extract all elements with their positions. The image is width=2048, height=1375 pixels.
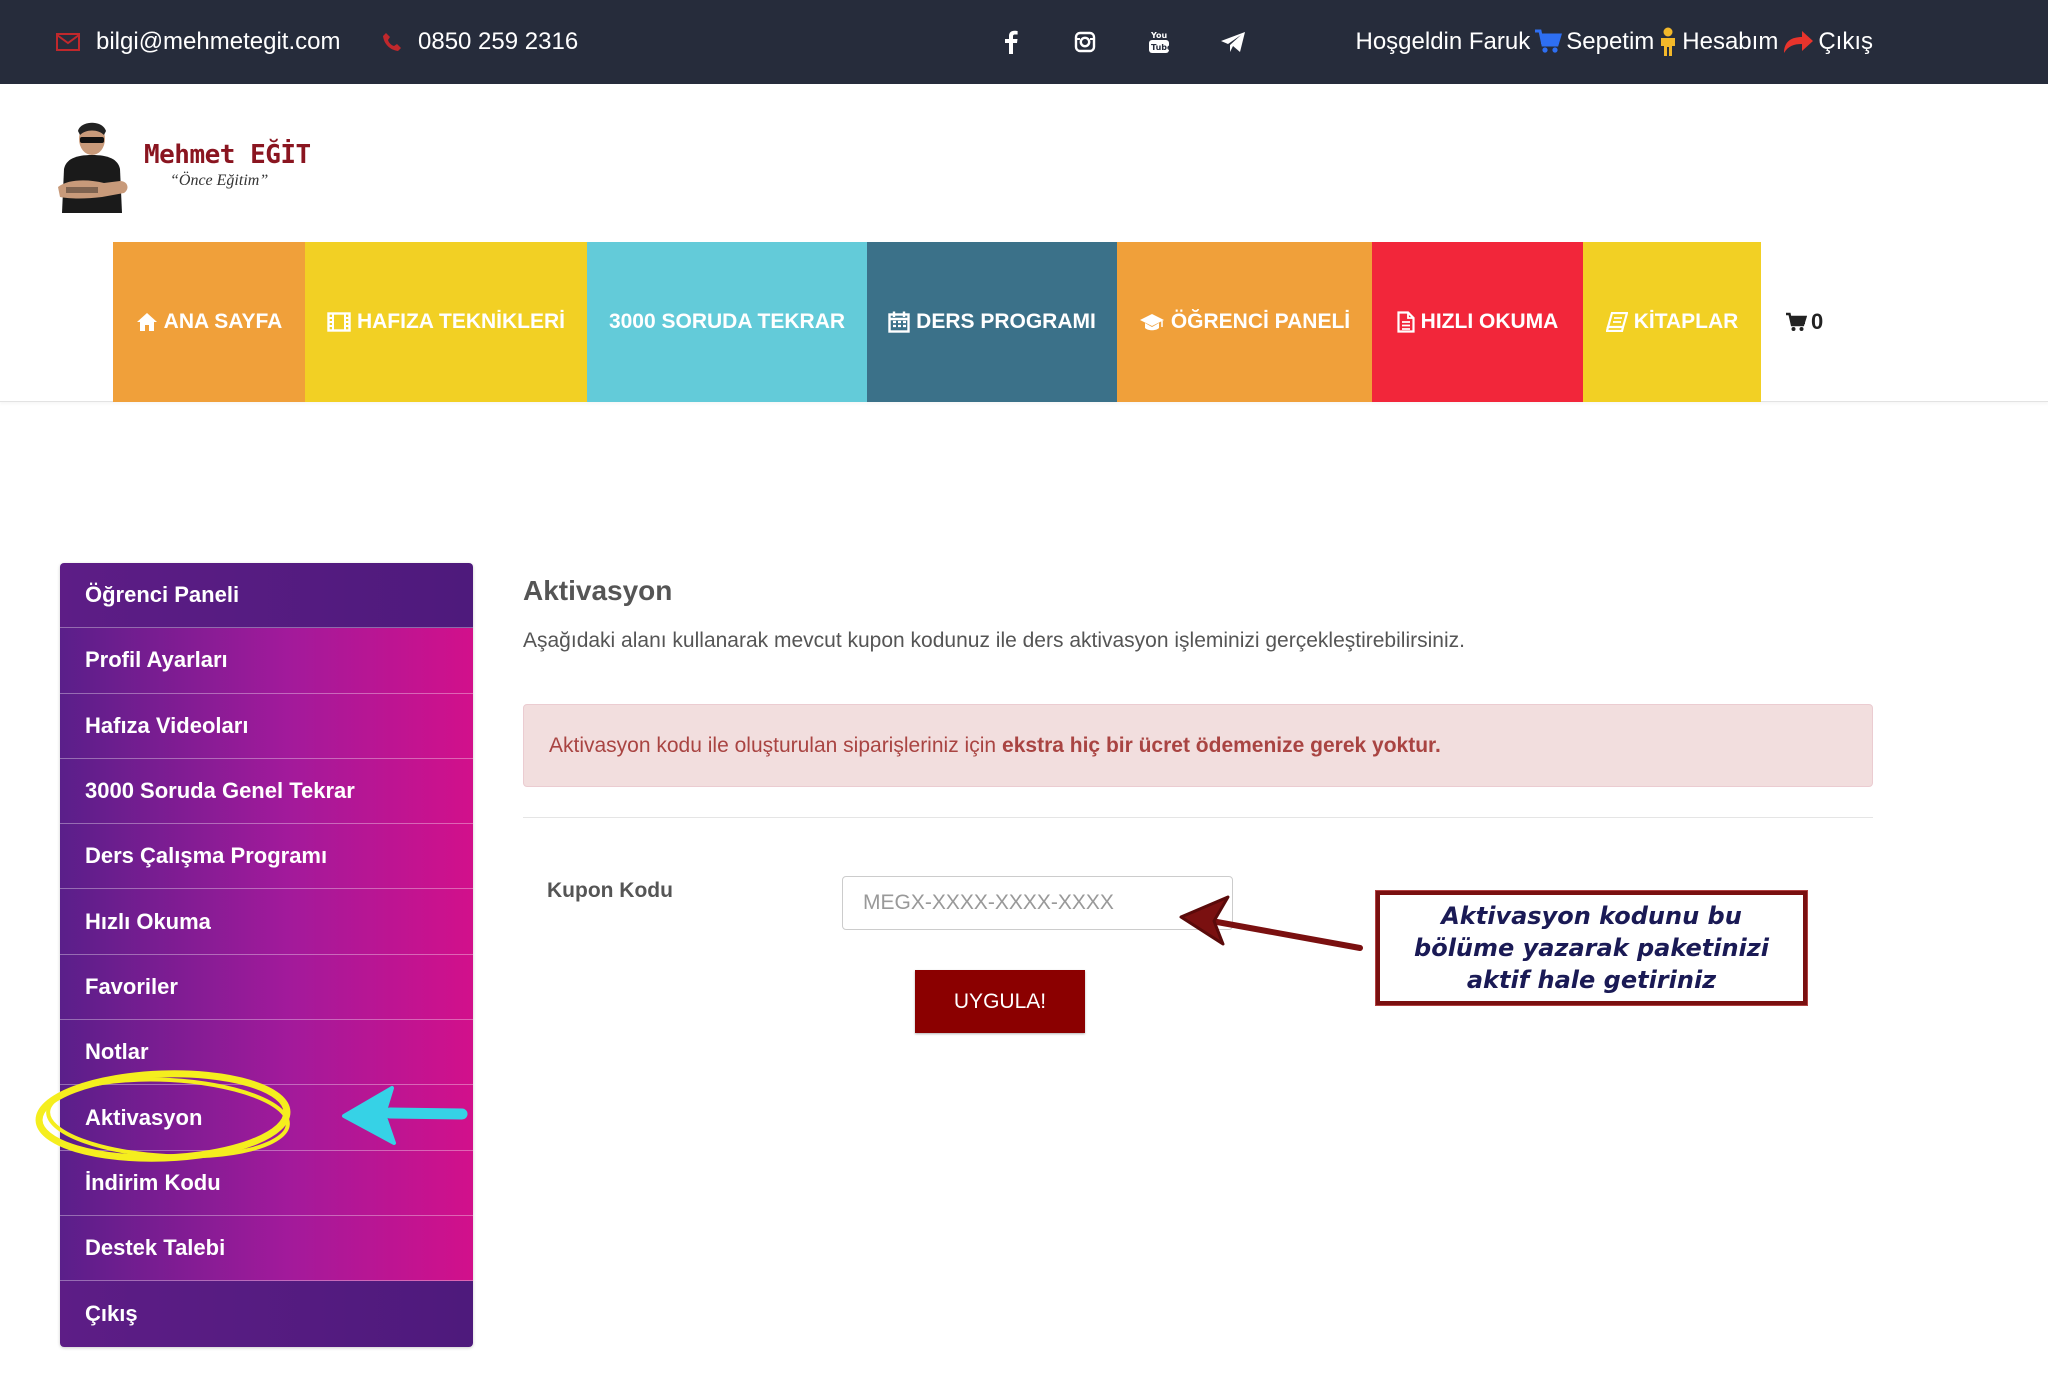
sidebar-item-favorites[interactable]: Favoriler <box>60 954 473 1021</box>
envelope-icon <box>56 33 80 51</box>
sidebar-item-label: Favoriler <box>85 973 178 999</box>
nav-label: DERS PROGRAMI <box>916 310 1096 333</box>
nav-label: ÖĞRENCİ PANELİ <box>1170 310 1351 333</box>
sidebar-item-label: Profil Ayarları <box>85 647 228 673</box>
facebook-icon[interactable] <box>974 30 1048 54</box>
cart-label: Sepetim <box>1566 28 1655 55</box>
coupon-code-input[interactable] <box>842 876 1233 930</box>
nav-item-home[interactable]: ANA SAYFA <box>113 242 305 402</box>
alert-text: Aktivasyon kodu ile oluşturulan siparişl… <box>549 733 997 757</box>
sidebar-item-label: Hafıza Videoları <box>85 712 249 738</box>
brand-tagline: “Önce Eğitim” <box>170 172 269 189</box>
logo-portrait <box>58 122 128 213</box>
sidebar-item-label: İndirim Kodu <box>85 1169 221 1195</box>
svg-text:You: You <box>1150 31 1168 40</box>
sidebar-item-label: Öğrenci Paneli <box>85 582 240 608</box>
brand-name: Mehmet EĞİT <box>144 140 311 170</box>
top-bar: bilgi@mehmetegit.com 0850 259 2316 You Tu… <box>0 0 2048 84</box>
calendar-icon <box>888 311 910 333</box>
nav-cart[interactable]: 0 <box>1761 242 1823 402</box>
sidebar-item-label: Ders Çalışma Programı <box>85 843 328 869</box>
telegram-icon[interactable] <box>1196 31 1270 53</box>
redo-arrow-icon <box>1784 31 1814 53</box>
social-links: You Tube <box>974 0 1270 84</box>
sidebar-item-notes[interactable]: Notlar <box>60 1020 473 1086</box>
youtube-icon[interactable]: You Tube <box>1122 29 1196 55</box>
main-nav: ANA SAYFA HAFIZA TEKNİKLERİ 3000 SORUDA … <box>113 242 1823 402</box>
contact-phone[interactable]: 0850 259 2316 <box>382 0 578 84</box>
nav-item-3000-questions[interactable]: 3000 SORUDA TEKRAR <box>587 242 867 402</box>
page-description: Aşağıdaki alanı kullanarak mevcut kupon … <box>523 629 1465 652</box>
divider <box>523 817 1873 818</box>
sidebar-item-label: Aktivasyon <box>85 1104 203 1130</box>
info-alert: Aktivasyon kodu ile oluşturulan siparişl… <box>523 704 1873 787</box>
cart-icon <box>1786 312 1807 331</box>
logout-label: Çıkış <box>1818 28 1873 55</box>
nav-label: ANA SAYFA <box>163 310 283 333</box>
nav-item-speed-reading[interactable]: HIZLI OKUMA <box>1372 242 1583 402</box>
film-icon <box>327 312 351 332</box>
sidebar-item-label: Notlar <box>85 1039 149 1065</box>
sidebar-item-memory-videos[interactable]: Hafıza Videoları <box>60 693 473 759</box>
nav-label: KİTAPLAR <box>1633 310 1739 333</box>
file-icon <box>1397 311 1415 333</box>
sidebar-item-general-review[interactable]: 3000 Soruda Genel Tekrar <box>60 758 473 825</box>
user-area: Hoşgeldin Faruk Sepetim Hesabım Çıkış <box>1351 0 1873 84</box>
coupon-label: Kupon Kodu <box>547 879 673 902</box>
cart-count: 0 <box>1811 309 1824 334</box>
nav-label: HAFIZA TEKNİKLERİ <box>356 310 566 333</box>
user-icon <box>1661 27 1676 56</box>
welcome-text: Hoşgeldin Faruk <box>1355 28 1531 55</box>
sidebar-item-label: Çıkış <box>85 1300 138 1326</box>
account-label: Hesabım <box>1682 28 1779 55</box>
page-title: Aktivasyon <box>523 575 673 606</box>
cart-icon <box>1535 29 1563 53</box>
alert-bold-text: ekstra hiç bir ücret ödemenize gerek yok… <box>1002 733 1441 757</box>
phone-icon <box>382 32 402 52</box>
nav-item-student-panel[interactable]: ÖĞRENCİ PANELİ <box>1117 242 1372 402</box>
sidebar-item-student-panel[interactable]: Öğrenci Paneli <box>60 563 473 629</box>
annotation-note-text: Aktivasyon kodunu bu bölüme yazarak pake… <box>1414 902 1769 994</box>
brand: Mehmet EĞİT “Önce Eğitim” <box>144 140 311 190</box>
phone-text: 0850 259 2316 <box>418 28 579 55</box>
nav-label: 3000 SORUDA TEKRAR <box>608 310 846 333</box>
annotation-note: Aktivasyon kodunu bu bölüme yazarak pake… <box>1376 891 1807 1005</box>
sidebar-item-label: 3000 Soruda Genel Tekrar <box>85 778 355 804</box>
instagram-icon[interactable] <box>1048 31 1122 53</box>
apply-button[interactable]: UYGULA! <box>915 970 1085 1033</box>
sidebar-item-label: Hızlı Okuma <box>85 908 211 934</box>
logo[interactable]: Mehmet EĞİT “Önce Eğitim” <box>58 116 318 214</box>
sidebar-menu: Öğrenci Paneli Profil Ayarları Hafıza Vi… <box>60 563 473 1347</box>
sidebar-item-profile-settings[interactable]: Profil Ayarları <box>60 628 473 694</box>
svg-text:Tube: Tube <box>1151 43 1170 52</box>
sidebar-item-activation[interactable]: Aktivasyon <box>60 1085 473 1151</box>
email-text: bilgi@mehmetegit.com <box>96 28 341 55</box>
nav-item-study-program[interactable]: DERS PROGRAMI <box>867 242 1117 402</box>
home-icon <box>136 313 157 331</box>
nav-item-books[interactable]: KİTAPLAR <box>1583 242 1761 402</box>
nav-item-memory-techniques[interactable]: HAFIZA TEKNİKLERİ <box>305 242 587 402</box>
sidebar-item-speed-reading[interactable]: Hızlı Okuma <box>60 889 473 955</box>
cart-link[interactable]: Sepetim <box>1534 28 1654 56</box>
account-link[interactable]: Hesabım <box>1658 27 1778 57</box>
sidebar-item-support[interactable]: Destek Talebi <box>60 1215 473 1282</box>
sidebar-item-logout[interactable]: Çıkış <box>60 1281 473 1347</box>
logout-link[interactable]: Çıkış <box>1782 28 1873 56</box>
book-icon <box>1605 312 1628 332</box>
sidebar-item-label: Destek Talebi <box>85 1235 226 1261</box>
sidebar-item-discount-code[interactable]: İndirim Kodu <box>60 1150 473 1216</box>
nav-label: HIZLI OKUMA <box>1420 310 1559 333</box>
contact-email[interactable]: bilgi@mehmetegit.com <box>56 0 340 84</box>
sidebar-item-study-program[interactable]: Ders Çalışma Programı <box>60 824 473 890</box>
graduation-cap-icon <box>1139 314 1164 331</box>
